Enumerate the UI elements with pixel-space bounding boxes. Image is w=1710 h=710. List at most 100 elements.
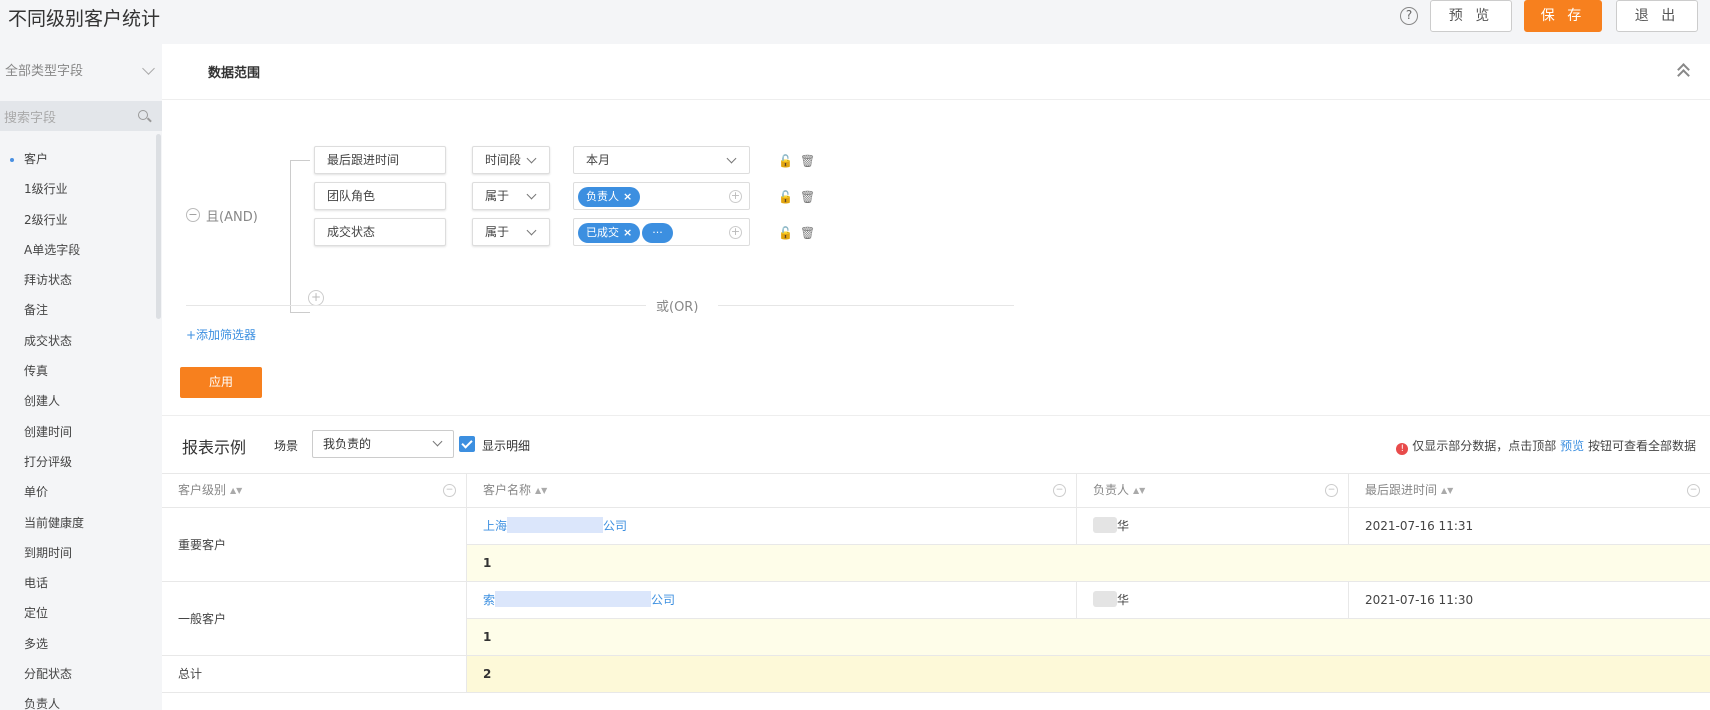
time-cell: 2021-07-16 11:31	[1365, 519, 1474, 533]
column-header[interactable]: 负责人 ▲▼ −	[1077, 474, 1349, 507]
field-sidebar: 全部类型字段 搜索字段 客户 1级行业 2级行业 A单选字段 拜访状态 备注 成…	[0, 44, 162, 710]
column-header[interactable]: 客户级别 ▲▼ −	[162, 474, 467, 507]
apply-button[interactable]: 应用	[180, 367, 262, 398]
remove-tag-icon[interactable]: ×	[623, 190, 632, 203]
or-label: 或(OR)	[656, 300, 699, 315]
show-detail-label: 显示明细	[482, 439, 531, 453]
chevron-down-icon	[526, 225, 537, 236]
sidebar-item[interactable]: 到期时间	[0, 538, 150, 568]
sidebar-item[interactable]: 单价	[0, 477, 150, 507]
sidebar-item[interactable]: 负责人	[0, 689, 150, 710]
remove-tag-icon[interactable]: ×	[623, 226, 632, 239]
field-type-select[interactable]: 全部类型字段	[5, 60, 155, 84]
lock-icon[interactable]: 🔓	[778, 154, 793, 168]
tree-line	[290, 312, 310, 313]
column-menu-icon[interactable]: −	[1325, 484, 1338, 497]
add-value-icon[interactable]: +	[729, 190, 742, 203]
sidebar-item[interactable]: 传真	[0, 356, 150, 386]
column-menu-icon[interactable]: −	[1687, 484, 1700, 497]
top-bar: 不同级别客户统计 ? 预 览 保 存 退 出	[0, 0, 1710, 44]
add-condition-icon[interactable]: +	[308, 290, 324, 306]
owner-cell: 华	[1077, 582, 1349, 618]
divider	[162, 415, 1710, 416]
condition-operator[interactable]: 时间段	[472, 146, 550, 174]
sort-icon[interactable]: ▲▼	[1441, 475, 1453, 507]
exit-button[interactable]: 退 出	[1616, 0, 1698, 32]
show-detail-checkbox[interactable]	[459, 436, 475, 452]
collapse-icon[interactable]	[1677, 63, 1690, 82]
sidebar-item[interactable]: 1级行业	[0, 174, 150, 204]
field-search-input[interactable]: 搜索字段	[0, 101, 162, 131]
page-title: 不同级别客户统计	[8, 8, 161, 30]
redacted	[1093, 591, 1117, 607]
preview-link[interactable]: 预览	[1560, 439, 1584, 453]
scene-select[interactable]: 我负责的	[312, 430, 454, 458]
level-cell: 重要客户	[162, 508, 467, 582]
sidebar-item[interactable]: 电话	[0, 568, 150, 598]
sidebar-scrollbar[interactable]	[156, 134, 161, 319]
lock-icon[interactable]: 🔓	[778, 190, 793, 204]
subtotal-value: 1	[483, 556, 492, 570]
customer-name-cell[interactable]: 上海 公司	[467, 508, 1077, 544]
add-value-icon[interactable]: +	[729, 226, 742, 239]
search-icon	[138, 110, 148, 120]
sidebar-item-customer[interactable]: 客户	[0, 144, 150, 174]
condition-operator[interactable]: 属于	[472, 218, 550, 246]
trash-icon[interactable]: 🗑	[800, 190, 815, 204]
level-cell: 一般客户	[162, 582, 467, 656]
total-label: 总计	[162, 656, 467, 692]
column-menu-icon[interactable]: −	[443, 484, 456, 497]
redacted	[1093, 517, 1117, 533]
collapse-group-icon[interactable]: −	[186, 208, 200, 222]
sidebar-item[interactable]: 成交状态	[0, 326, 150, 356]
total-row: 总计 2	[162, 656, 1710, 693]
trash-icon[interactable]: 🗑	[800, 226, 815, 240]
subtotal-value: 1	[483, 630, 492, 644]
condition-field[interactable]: 成交状态	[314, 218, 446, 246]
sidebar-item[interactable]: 创建时间	[0, 417, 150, 447]
condition-value-tags[interactable]: 负责人 × +	[573, 182, 750, 210]
sidebar-item[interactable]: 2级行业	[0, 205, 150, 235]
column-header[interactable]: 最后跟进时间 ▲▼ −	[1349, 474, 1710, 507]
redacted	[495, 591, 652, 607]
sidebar-item[interactable]: 打分评级	[0, 447, 150, 477]
sort-icon[interactable]: ▲▼	[230, 475, 242, 507]
save-button[interactable]: 保 存	[1524, 0, 1602, 32]
sort-icon[interactable]: ▲▼	[1133, 475, 1145, 507]
sidebar-item[interactable]: A单选字段	[0, 235, 150, 265]
sidebar-item[interactable]: 拜访状态	[0, 265, 150, 295]
subtotal-row: 1	[467, 619, 1710, 656]
and-label: 且(AND)	[206, 210, 258, 225]
condition-value-select[interactable]: 本月	[573, 146, 750, 174]
sidebar-item[interactable]: 分配状态	[0, 659, 150, 689]
condition-operator[interactable]: 属于	[472, 182, 550, 210]
more-tags-button[interactable]: ···	[642, 223, 673, 243]
tree-line	[290, 160, 310, 161]
divider	[186, 305, 646, 306]
condition-field[interactable]: 最后跟进时间	[314, 146, 446, 174]
alert-icon: !	[1396, 443, 1409, 455]
condition-value-tags[interactable]: 已成交 × ··· +	[573, 218, 750, 246]
report-title: 报表示例	[182, 438, 247, 457]
chevron-down-icon	[526, 189, 537, 200]
sidebar-item[interactable]: 备注	[0, 295, 150, 325]
sort-icon[interactable]: ▲▼	[535, 475, 547, 507]
trash-icon[interactable]: 🗑	[800, 154, 815, 168]
customer-name-cell[interactable]: 索公司	[467, 582, 1077, 618]
column-menu-icon[interactable]: −	[1053, 484, 1066, 497]
column-header[interactable]: 客户名称 ▲▼ −	[467, 474, 1077, 507]
sidebar-item[interactable]: 定位	[0, 598, 150, 628]
table-header: 客户级别 ▲▼ − 客户名称 ▲▼ − 负责人 ▲▼ − 最后跟进时间 ▲▼ −	[162, 473, 1710, 508]
sidebar-item[interactable]: 创建人	[0, 386, 150, 416]
help-icon[interactable]: ?	[1400, 7, 1418, 25]
field-list: 客户 1级行业 2级行业 A单选字段 拜访状态 备注 成交状态 传真 创建人 创…	[0, 144, 150, 710]
value-tag: 负责人 ×	[578, 187, 641, 207]
sidebar-item[interactable]: 多选	[0, 629, 150, 659]
preview-button[interactable]: 预 览	[1430, 0, 1512, 32]
condition-field[interactable]: 团队角色	[314, 182, 446, 210]
table-row: 上海 公司 华 2021-07-16 11:31	[467, 508, 1710, 545]
sidebar-item[interactable]: 当前健康度	[0, 508, 150, 538]
subtotal-row: 1	[467, 545, 1710, 582]
lock-icon[interactable]: 🔓	[778, 226, 793, 240]
add-filter-link[interactable]: +添加筛选器	[186, 326, 256, 343]
